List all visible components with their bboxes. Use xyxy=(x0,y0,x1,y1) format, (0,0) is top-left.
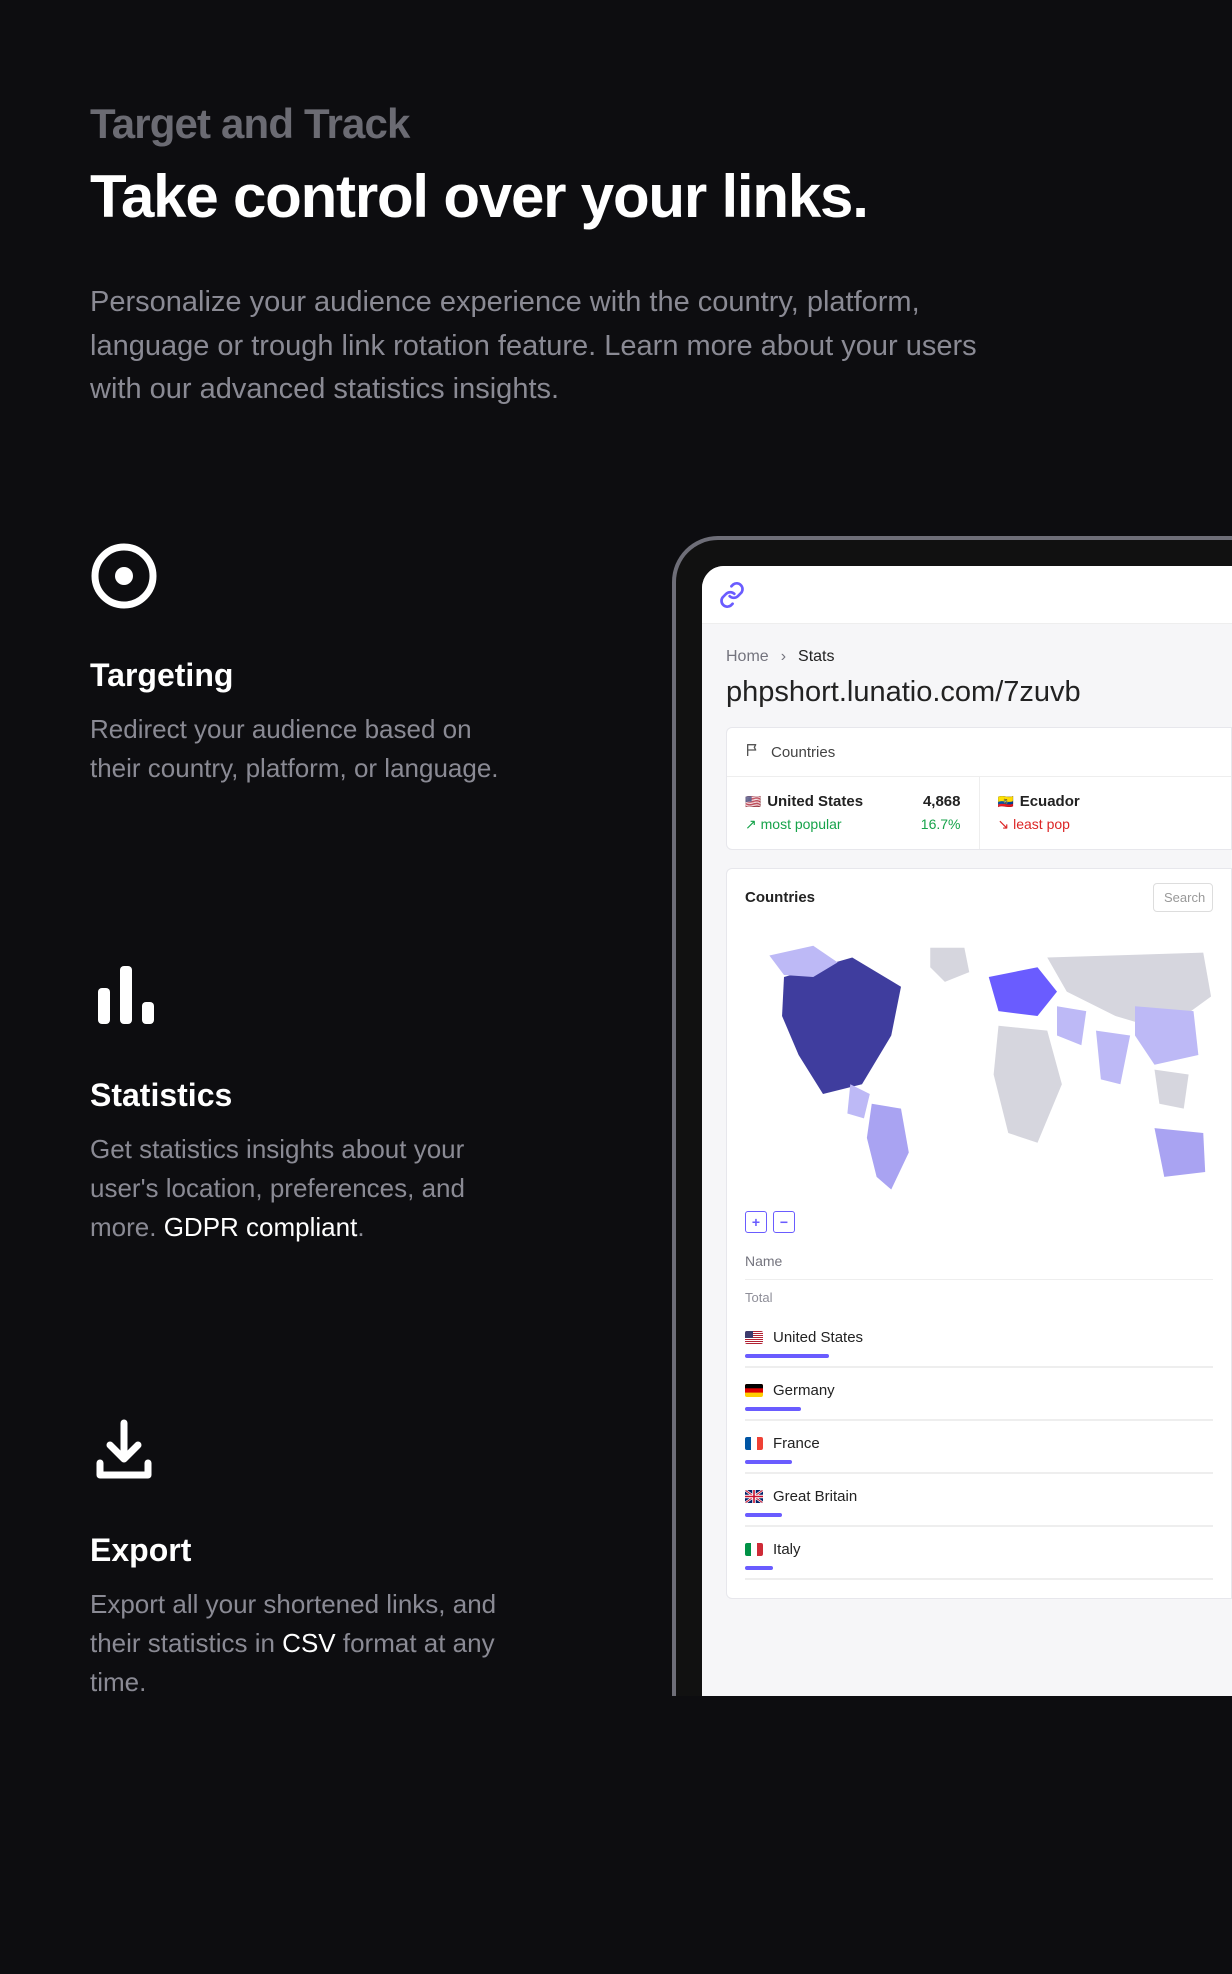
row-bar xyxy=(745,1566,773,1570)
countries-detail-card: Countries Search xyxy=(726,868,1232,1599)
feature-export: Export Export all your shortened links, … xyxy=(90,1417,510,1702)
row-bar xyxy=(745,1407,801,1411)
stat-country-name: Ecuador xyxy=(1020,793,1080,810)
stat-country-name: United States xyxy=(767,793,863,810)
breadcrumb: Home › Stats xyxy=(726,648,1232,666)
section-subhead: Personalize your audience experience wit… xyxy=(90,281,1010,412)
row-label: France xyxy=(773,1435,820,1452)
feature-body: Get statistics insights about your user'… xyxy=(90,1130,510,1247)
feature-title: Statistics xyxy=(90,1077,510,1114)
table-row[interactable]: Great Britain xyxy=(745,1474,1213,1527)
chevron-right-icon: › xyxy=(781,648,786,666)
flag-icon xyxy=(745,742,761,762)
flag-icon xyxy=(745,1331,763,1344)
feature-title: Export xyxy=(90,1532,510,1569)
flag-us: 🇺🇸 xyxy=(745,794,761,809)
stat-trend-label: most popular xyxy=(761,816,842,832)
row-bar xyxy=(745,1460,792,1464)
card-title: Countries xyxy=(745,889,815,906)
flag-icon xyxy=(745,1543,763,1556)
stat-trend-value: 16.7% xyxy=(921,816,961,833)
zoom-in-button[interactable]: + xyxy=(745,1211,767,1233)
feature-statistics: Statistics Get statistics insights about… xyxy=(90,958,510,1247)
flag-icon xyxy=(745,1490,763,1503)
tablet-mockup: Home › Stats phpshort.lunatio.com/7zuvb … xyxy=(672,536,1232,1696)
row-label: Italy xyxy=(773,1541,801,1558)
app-topbar xyxy=(702,566,1232,624)
row-label: Germany xyxy=(773,1382,835,1399)
table-row[interactable]: Italy xyxy=(745,1527,1213,1580)
feature-body: Export all your shortened links, and the… xyxy=(90,1585,510,1702)
section-eyebrow: Target and Track xyxy=(90,100,1142,148)
row-label: Great Britain xyxy=(773,1488,857,1505)
feature-targeting: Targeting Redirect your audience based o… xyxy=(90,542,510,788)
arrow-up-right-icon: ↗ xyxy=(745,816,757,832)
world-map[interactable] xyxy=(727,926,1231,1211)
feature-body-strong: CSV xyxy=(282,1628,335,1658)
breadcrumb-current: Stats xyxy=(798,648,834,666)
table-total-row: Total xyxy=(745,1280,1213,1315)
table-column-name: Name xyxy=(745,1243,1213,1280)
feature-body-strong: GDPR compliant xyxy=(164,1212,358,1242)
flag-icon xyxy=(745,1437,763,1450)
countries-summary-card: Countries 🇺🇸 United States 4,868 ↗ most p… xyxy=(726,727,1232,850)
breadcrumb-home[interactable]: Home xyxy=(726,648,769,666)
section-headline: Take control over your links. xyxy=(90,162,1142,231)
card-header-label: Countries xyxy=(771,744,835,761)
page-title: phpshort.lunatio.com/7zuvb xyxy=(726,676,1232,709)
search-input[interactable]: Search xyxy=(1153,883,1213,912)
zoom-out-button[interactable]: − xyxy=(773,1211,795,1233)
link-icon xyxy=(718,581,746,609)
feature-title: Targeting xyxy=(90,657,510,694)
target-icon xyxy=(90,542,510,615)
row-label: United States xyxy=(773,1329,863,1346)
flag-ec: 🇪🇨 xyxy=(998,794,1014,809)
row-bar xyxy=(745,1354,829,1358)
stat-least-popular: 🇪🇨 Ecuador ↘ least pop xyxy=(979,777,1232,849)
feature-body: Redirect your audience based on their co… xyxy=(90,710,510,788)
row-bar xyxy=(745,1513,782,1517)
table-row[interactable]: Germany xyxy=(745,1368,1213,1421)
stat-value: 4,868 xyxy=(923,793,961,810)
stat-most-popular: 🇺🇸 United States 4,868 ↗ most popular 16.… xyxy=(727,777,979,849)
flag-icon xyxy=(745,1384,763,1397)
download-icon xyxy=(90,1417,510,1490)
bar-chart-icon xyxy=(90,958,510,1035)
arrow-down-right-icon: ↘ xyxy=(998,816,1010,832)
feature-body-text: . xyxy=(357,1212,364,1242)
stat-trend-label: least pop xyxy=(1013,816,1070,832)
table-row[interactable]: United States xyxy=(745,1315,1213,1368)
table-row[interactable]: France xyxy=(745,1421,1213,1474)
